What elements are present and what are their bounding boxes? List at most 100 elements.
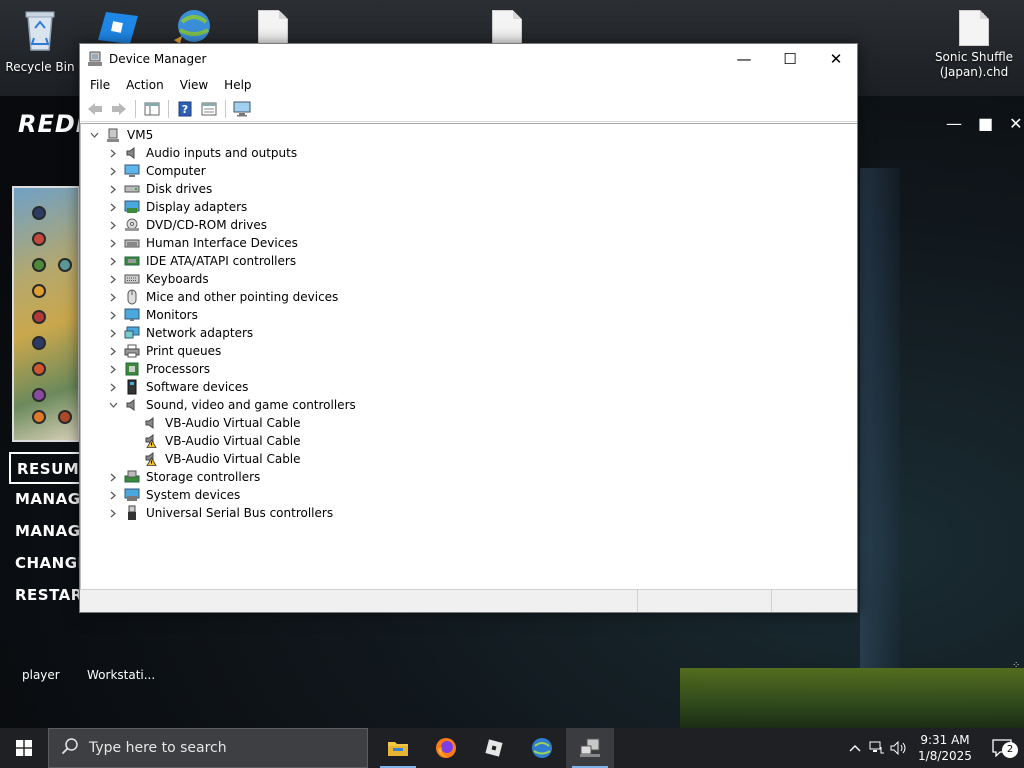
menu-file[interactable]: File: [82, 74, 118, 96]
taskbar-firefox[interactable]: [422, 728, 470, 768]
title-bar[interactable]: Device Manager — ☐ ✕: [80, 44, 857, 74]
tree-device-vb-audio-cable[interactable]: VB-Audio Virtual Cable: [139, 414, 301, 432]
menu-bar: File Action View Help: [80, 74, 857, 96]
hid-icon: [124, 235, 140, 251]
tree-category-label: Monitors: [146, 308, 198, 322]
tree-device-vb-audio-cable[interactable]: VB-Audio Virtual Cable: [139, 432, 301, 450]
menu-help[interactable]: Help: [216, 74, 259, 96]
file-icon[interactable]: [492, 10, 522, 46]
chevron-right-icon[interactable]: [106, 342, 120, 360]
menu-item-change[interactable]: CHANGE: [9, 548, 81, 580]
mouse-icon: [124, 289, 140, 305]
help-icon: ?: [178, 101, 192, 116]
chevron-right-icon[interactable]: [106, 144, 120, 162]
clock[interactable]: 9:31 AM 1/8/2025: [910, 732, 980, 764]
properties-button[interactable]: [198, 99, 220, 119]
network-adapter-icon: [124, 325, 140, 341]
tree-root[interactable]: VM5: [87, 126, 153, 144]
tree-category-print-queues[interactable]: Print queues: [106, 342, 221, 360]
cover-art-decoration: [58, 258, 72, 272]
tree-category-label: Computer: [146, 164, 206, 178]
menu-item-resume[interactable]: RESUME: [9, 452, 81, 484]
chevron-right-icon[interactable]: [106, 378, 120, 396]
system-device-icon: [124, 487, 140, 503]
tree-category-label: Network adapters: [146, 326, 254, 340]
tree-category-computer[interactable]: Computer: [106, 162, 206, 180]
dvd-drive-icon: [124, 217, 140, 233]
desktop-icon-sonic-shuffle[interactable]: Sonic Shuffle (Japan).chd: [934, 10, 1014, 80]
tree-category-display-adapters[interactable]: Display adapters: [106, 198, 247, 216]
forward-button[interactable]: [108, 99, 130, 119]
taskbar-file-explorer[interactable]: [374, 728, 422, 768]
tree-category-sound-video-game[interactable]: Sound, video and game controllers: [106, 396, 356, 414]
chevron-right-icon[interactable]: [106, 216, 120, 234]
menu-item-manage[interactable]: MANAGE: [9, 484, 81, 516]
tree-category-hid[interactable]: Human Interface Devices: [106, 234, 298, 252]
tree-category-label: IDE ATA/ATAPI controllers: [146, 254, 297, 268]
taskbar-internet-download-manager[interactable]: [518, 728, 566, 768]
scan-hardware-button[interactable]: [231, 99, 253, 119]
taskbar-device-manager[interactable]: [566, 728, 614, 768]
chevron-right-icon[interactable]: [106, 468, 120, 486]
close-button[interactable]: ✕: [813, 44, 859, 74]
chevron-right-icon[interactable]: [106, 270, 120, 288]
chevron-right-icon[interactable]: [106, 198, 120, 216]
desktop-icon-recycle-bin[interactable]: Recycle Bin: [0, 8, 80, 75]
tree-category-system-devices[interactable]: System devices: [106, 486, 240, 504]
player-label[interactable]: player: [22, 668, 60, 682]
resize-grip-icon[interactable]: ⁘: [1012, 660, 1020, 671]
menu-item-manage[interactable]: MANAGE: [9, 516, 81, 548]
chevron-right-icon[interactable]: [106, 306, 120, 324]
tree-category-mice[interactable]: Mice and other pointing devices: [106, 288, 338, 306]
close-icon[interactable]: ✕: [1009, 114, 1022, 133]
chevron-right-icon[interactable]: [106, 180, 120, 198]
tree-category-storage-controllers[interactable]: Storage controllers: [106, 468, 260, 486]
tree-category-monitors[interactable]: Monitors: [106, 306, 198, 324]
tree-category-processors[interactable]: Processors: [106, 360, 210, 378]
redream-menu: RESUME MANAGE MANAGE CHANGE RESTART: [9, 452, 81, 612]
chevron-right-icon[interactable]: [106, 234, 120, 252]
notification-center-button[interactable]: 2: [980, 728, 1024, 768]
file-icon[interactable]: [258, 10, 288, 46]
chevron-right-icon[interactable]: [106, 252, 120, 270]
chevron-right-icon[interactable]: [106, 486, 120, 504]
chevron-down-icon[interactable]: [87, 126, 101, 144]
chevron-right-icon[interactable]: [106, 360, 120, 378]
search-input[interactable]: Type here to search: [48, 728, 368, 768]
menu-item-restart[interactable]: RESTART: [9, 580, 81, 612]
tree-category-audio-inputs[interactable]: Audio inputs and outputs: [106, 144, 297, 162]
tree-device-vb-audio-cable[interactable]: VB-Audio Virtual Cable: [139, 450, 301, 468]
chevron-right-icon[interactable]: [106, 324, 120, 342]
game-cover-art[interactable]: [12, 186, 80, 442]
volume-icon[interactable]: [888, 728, 910, 768]
taskbar-roblox[interactable]: [470, 728, 518, 768]
tree-category-software-devices[interactable]: Software devices: [106, 378, 248, 396]
show-hide-console-tree-button[interactable]: [141, 99, 163, 119]
maximize-button[interactable]: ☐: [767, 44, 813, 74]
start-button[interactable]: [0, 728, 48, 768]
help-button[interactable]: ?: [174, 99, 196, 119]
tree-category-network-adapters[interactable]: Network adapters: [106, 324, 253, 342]
chevron-right-icon[interactable]: [106, 162, 120, 180]
chevron-up-icon[interactable]: [844, 728, 866, 768]
back-button[interactable]: [84, 99, 106, 119]
network-icon[interactable]: [866, 728, 888, 768]
chevron-right-icon[interactable]: [106, 504, 120, 522]
tree-category-usb-controllers[interactable]: Universal Serial Bus controllers: [106, 504, 333, 522]
status-cell: [80, 590, 638, 612]
chevron-down-icon[interactable]: [106, 396, 120, 414]
workstation-label[interactable]: Workstati...: [87, 668, 155, 682]
tree-category-ide-controllers[interactable]: IDE ATA/ATAPI controllers: [106, 252, 296, 270]
menu-view[interactable]: View: [172, 74, 216, 96]
chevron-right-icon[interactable]: [106, 288, 120, 306]
toolbar-separator: [135, 99, 136, 118]
windows-logo-icon: [16, 740, 32, 756]
minimize-icon[interactable]: —: [946, 114, 962, 133]
tree-category-dvd-drives[interactable]: DVD/CD-ROM drives: [106, 216, 267, 234]
svg-text:?: ?: [182, 103, 188, 116]
minimize-button[interactable]: —: [721, 44, 767, 74]
tree-category-disk-drives[interactable]: Disk drives: [106, 180, 212, 198]
menu-action[interactable]: Action: [118, 74, 172, 96]
maximize-icon[interactable]: ■: [978, 114, 993, 133]
tree-category-keyboards[interactable]: Keyboards: [106, 270, 209, 288]
